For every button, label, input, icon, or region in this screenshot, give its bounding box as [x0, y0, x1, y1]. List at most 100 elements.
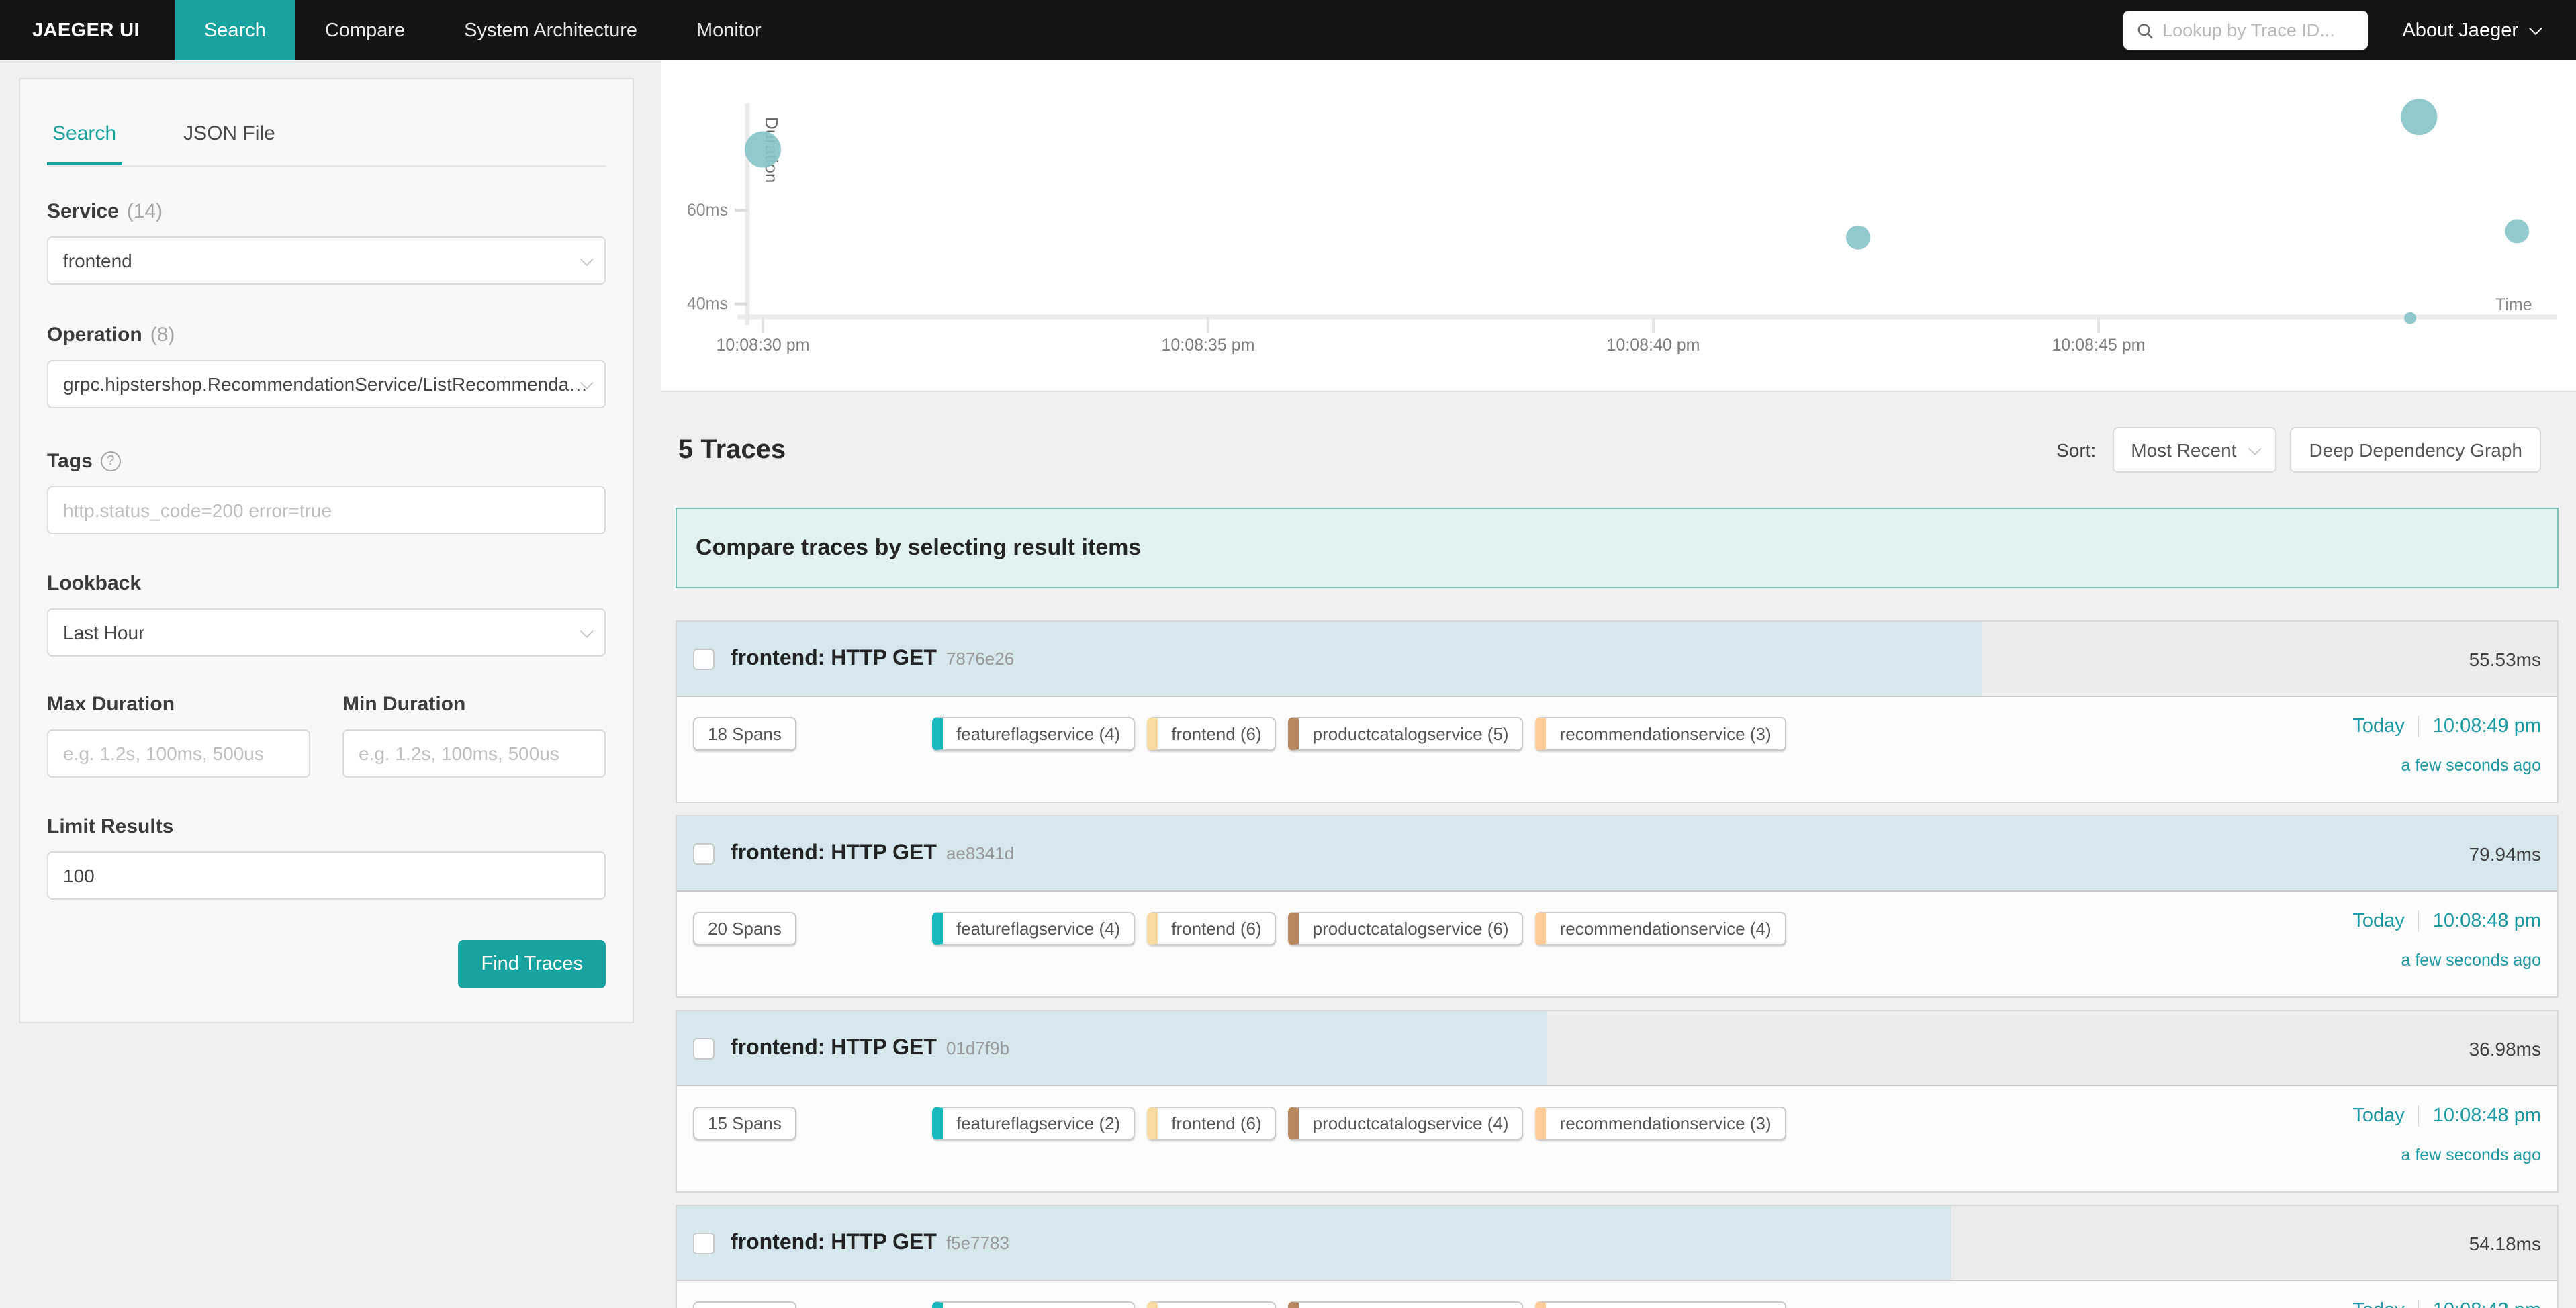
service-tags: featureflagservice (4)frontend (6)produc… [932, 1297, 1786, 1308]
trace-result-card: frontend: HTTP GETae8341d 79.94ms 20 Spa… [676, 815, 2559, 998]
min-duration-box [342, 729, 606, 778]
jaeger-ui-app: JAEGER UI Search Compare System Architec… [0, 0, 2576, 1308]
span-count-pill: 18 Spans [693, 1301, 796, 1308]
trace-title[interactable]: frontend: HTTP GET7876e26 [731, 647, 1014, 671]
trace-select-checkbox[interactable] [693, 648, 715, 669]
trace-when: Today 10:08:42 pm a few seconds ago [2352, 1297, 2541, 1308]
trace-select-checkbox[interactable] [693, 1232, 715, 1254]
operation-select-value: grpc.hipstershop.RecommendationService/L… [63, 373, 588, 395]
deep-dependency-graph-button[interactable]: Deep Dependency Graph [2290, 427, 2541, 473]
trace-time-link[interactable]: 10:08:42 pm [2433, 1300, 2541, 1308]
search-form-card: Search JSON File Service (14) frontend O… [19, 78, 634, 1023]
trace-card-header[interactable]: frontend: HTTP GET7876e26 55.53ms [677, 622, 2557, 697]
nav-item-compare[interactable]: Compare [295, 0, 434, 60]
nav-item-monitor[interactable]: Monitor [667, 0, 791, 60]
min-duration-label: Min Duration [342, 693, 606, 716]
trace-short-id: 7876e26 [946, 648, 1014, 668]
trace-card-body: 15 Spans featureflagservice (2)frontend … [677, 1086, 2557, 1191]
trace-id-input[interactable] [2162, 20, 2354, 40]
divider [2418, 716, 2420, 737]
trace-result-card: frontend: HTTP GETf5e7783 54.18ms 18 Spa… [676, 1205, 2559, 1308]
trace-date-link[interactable]: Today [2352, 910, 2404, 932]
top-navbar: JAEGER UI Search Compare System Architec… [0, 0, 2576, 60]
scatterplot-canvas: 60ms40ms10:08:30 pm10:08:35 pm10:08:40 p… [661, 60, 2576, 392]
tab-json-file[interactable]: JSON File [178, 98, 281, 165]
compare-banner: Compare traces by selecting result items [676, 508, 2559, 588]
svg-text:60ms: 60ms [687, 201, 728, 220]
trace-duration: 79.94ms [2469, 843, 2541, 864]
trace-card-header[interactable]: frontend: HTTP GETf5e7783 54.18ms [677, 1206, 2557, 1281]
svg-text:10:08:30 pm: 10:08:30 pm [717, 336, 810, 355]
sidebar-tabs: Search JSON File [47, 98, 606, 167]
service-tag-pill: recommendationservice (3) [1536, 1107, 1786, 1140]
nav-item-system-architecture[interactable]: System Architecture [434, 0, 667, 60]
help-icon[interactable]: ? [101, 451, 121, 471]
max-duration-label: Max Duration [47, 693, 310, 716]
about-jaeger-menu[interactable]: About Jaeger [2402, 19, 2538, 41]
trace-age: a few seconds ago [2352, 1146, 2541, 1164]
trace-short-id: 01d7f9b [946, 1037, 1009, 1058]
trace-select-checkbox[interactable] [693, 1037, 715, 1059]
trace-when: Today 10:08:48 pm a few seconds ago [2352, 908, 2541, 970]
service-tag-pill: featureflagservice (2) [932, 1107, 1135, 1140]
min-duration-input[interactable] [359, 743, 590, 764]
service-label: Service (14) [47, 200, 606, 223]
service-tag-pill: featureflagservice (4) [932, 1301, 1135, 1308]
chevron-down-icon [580, 624, 594, 637]
trace-card-header[interactable]: frontend: HTTP GET01d7f9b 36.98ms [677, 1011, 2557, 1086]
tags-input-box [47, 486, 606, 534]
sort-select[interactable]: Most Recent [2112, 427, 2276, 473]
service-tag-pill: frontend (6) [1147, 717, 1276, 751]
service-tag-pill: productcatalogservice (5) [1289, 717, 1524, 751]
tags-input[interactable] [63, 500, 590, 521]
service-tag-pill: frontend (6) [1147, 1107, 1276, 1140]
service-select[interactable]: frontend [47, 236, 606, 285]
svg-text:Time: Time [2495, 295, 2532, 314]
trace-time-link[interactable]: 10:08:49 pm [2433, 716, 2541, 737]
divider [2418, 1300, 2420, 1308]
max-duration-box [47, 729, 310, 778]
trace-date-link[interactable]: Today [2352, 1300, 2404, 1308]
trace-card-body: 18 Spans featureflagservice (4)frontend … [677, 697, 2557, 802]
trace-title[interactable]: frontend: HTTP GET01d7f9b [731, 1036, 1009, 1060]
chevron-down-icon [580, 252, 594, 265]
service-tag-pill: recommendationservice (3) [1536, 717, 1786, 751]
trace-duration: 54.18ms [2469, 1232, 2541, 1254]
navbar-right: About Jaeger [2123, 0, 2576, 60]
divider [2418, 910, 2420, 932]
trace-date-link[interactable]: Today [2352, 1105, 2404, 1127]
service-tag-pill: productcatalogservice (5) [1289, 1301, 1524, 1308]
find-traces-button[interactable]: Find Traces [459, 940, 606, 988]
duration-scatterplot[interactable]: 60ms40ms10:08:30 pm10:08:35 pm10:08:40 p… [661, 60, 2576, 392]
trace-select-checkbox[interactable] [693, 843, 715, 864]
limit-results-input[interactable] [63, 865, 590, 886]
tab-search[interactable]: Search [47, 98, 122, 165]
nav-item-search[interactable]: Search [175, 0, 295, 60]
results-count-title: 5 Traces [678, 434, 786, 465]
lookback-select[interactable]: Last Hour [47, 608, 606, 657]
operation-label: Operation (8) [47, 324, 606, 346]
app-brand[interactable]: JAEGER UI [0, 0, 175, 60]
trace-date-link[interactable]: Today [2352, 716, 2404, 737]
service-tags: featureflagservice (4)frontend (6)produc… [932, 908, 1786, 945]
operation-select[interactable]: grpc.hipstershop.RecommendationService/L… [47, 360, 606, 408]
service-tag-pill: featureflagservice (4) [932, 912, 1135, 945]
trace-time-link[interactable]: 10:08:48 pm [2433, 1105, 2541, 1127]
trace-age: a few seconds ago [2352, 951, 2541, 970]
max-duration-input[interactable] [63, 743, 294, 764]
sort-select-value: Most Recent [2131, 439, 2236, 461]
service-tag-pill: productcatalogservice (6) [1289, 912, 1524, 945]
service-tags: featureflagservice (4)frontend (6)produc… [932, 713, 1786, 751]
trace-card-header[interactable]: frontend: HTTP GETae8341d 79.94ms [677, 816, 2557, 892]
trace-title[interactable]: frontend: HTTP GETf5e7783 [731, 1231, 1009, 1255]
trace-short-id: ae8341d [946, 843, 1014, 863]
svg-text:10:08:35 pm: 10:08:35 pm [1162, 336, 1255, 355]
trace-duration: 55.53ms [2469, 648, 2541, 669]
trace-when: Today 10:08:49 pm a few seconds ago [2352, 713, 2541, 775]
service-tag-pill: recommendationservice (4) [1536, 912, 1786, 945]
span-count-pill: 20 Spans [693, 912, 796, 945]
trace-title[interactable]: frontend: HTTP GETae8341d [731, 841, 1014, 866]
trace-time-link[interactable]: 10:08:48 pm [2433, 910, 2541, 932]
results-actions: Sort: Most Recent Deep Dependency Graph [2056, 427, 2541, 473]
about-jaeger-label: About Jaeger [2402, 19, 2518, 41]
